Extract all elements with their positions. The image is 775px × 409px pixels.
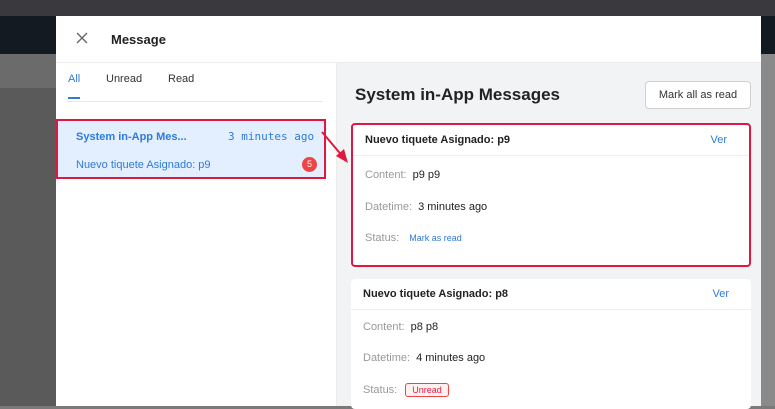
content-label: Content: [365, 169, 407, 181]
card-title: Nuevo tiquete Asignado: p9 [365, 134, 511, 146]
message-item-time: 3 minutes ago [228, 130, 315, 143]
tab-unread[interactable]: Unread [106, 73, 142, 85]
message-item-subject: Nuevo tiquete Asignado: p9 [76, 159, 211, 171]
mark-all-read-button[interactable]: Mark all as read [645, 81, 751, 109]
card-header: Nuevo tiquete Asignado: p9 Ver [353, 125, 749, 156]
status-row: Status: Mark as read [365, 232, 462, 244]
content-row: Content: p8 p8 [363, 321, 438, 333]
message-item-title: System in-App Mes... [76, 131, 187, 143]
mark-as-read-link[interactable]: Mark as read [409, 233, 462, 243]
datetime-row: Datetime: 4 minutes ago [363, 352, 485, 364]
active-tab-indicator [68, 97, 80, 99]
message-drawer: Message All Unread Read System in-App Me… [56, 16, 761, 409]
status-label: Status: [363, 384, 398, 396]
view-link[interactable]: Ver [710, 134, 727, 146]
content-value: p8 p8 [410, 321, 439, 333]
message-card: Nuevo tiquete Asignado: p8 Ver Content: p… [351, 279, 751, 409]
message-card: Nuevo tiquete Asignado: p9 Ver Content: p… [351, 123, 751, 267]
page-scrollbar[interactable] [761, 54, 775, 406]
message-detail-pane: System in-App Messages Mark all as read … [337, 63, 761, 409]
datetime-label: Datetime: [363, 352, 411, 364]
close-button[interactable] [72, 28, 92, 48]
view-link[interactable]: Ver [712, 288, 729, 300]
message-list-item[interactable]: System in-App Mes... 3 minutes ago Nuevo… [56, 119, 326, 179]
status-label: Status: [365, 232, 400, 244]
message-list-pane: All Unread Read System in-App Mes... 3 m… [56, 63, 337, 406]
datetime-value: 3 minutes ago [418, 201, 488, 213]
tab-all[interactable]: All [68, 73, 80, 85]
close-icon [76, 32, 88, 44]
datetime-label: Datetime: [365, 201, 413, 213]
detail-title: System in-App Messages [355, 85, 561, 104]
unread-status-tag: Unread [405, 383, 449, 397]
status-row: Status: Unread [363, 383, 449, 397]
content-row: Content: p9 p9 [365, 169, 440, 181]
content-label: Content: [363, 321, 405, 333]
card-title: Nuevo tiquete Asignado: p8 [363, 288, 509, 300]
content-value: p9 p9 [412, 169, 441, 181]
drawer-header: Message [56, 16, 761, 63]
message-tabs: All Unread Read [68, 73, 323, 102]
drawer-title: Message [111, 32, 166, 47]
card-header: Nuevo tiquete Asignado: p8 Ver [351, 279, 751, 310]
datetime-value: 4 minutes ago [416, 352, 486, 364]
browser-top-bar [0, 0, 775, 16]
datetime-row: Datetime: 3 minutes ago [365, 201, 487, 213]
unread-count-badge: 5 [302, 157, 317, 172]
tab-read[interactable]: Read [168, 73, 194, 85]
